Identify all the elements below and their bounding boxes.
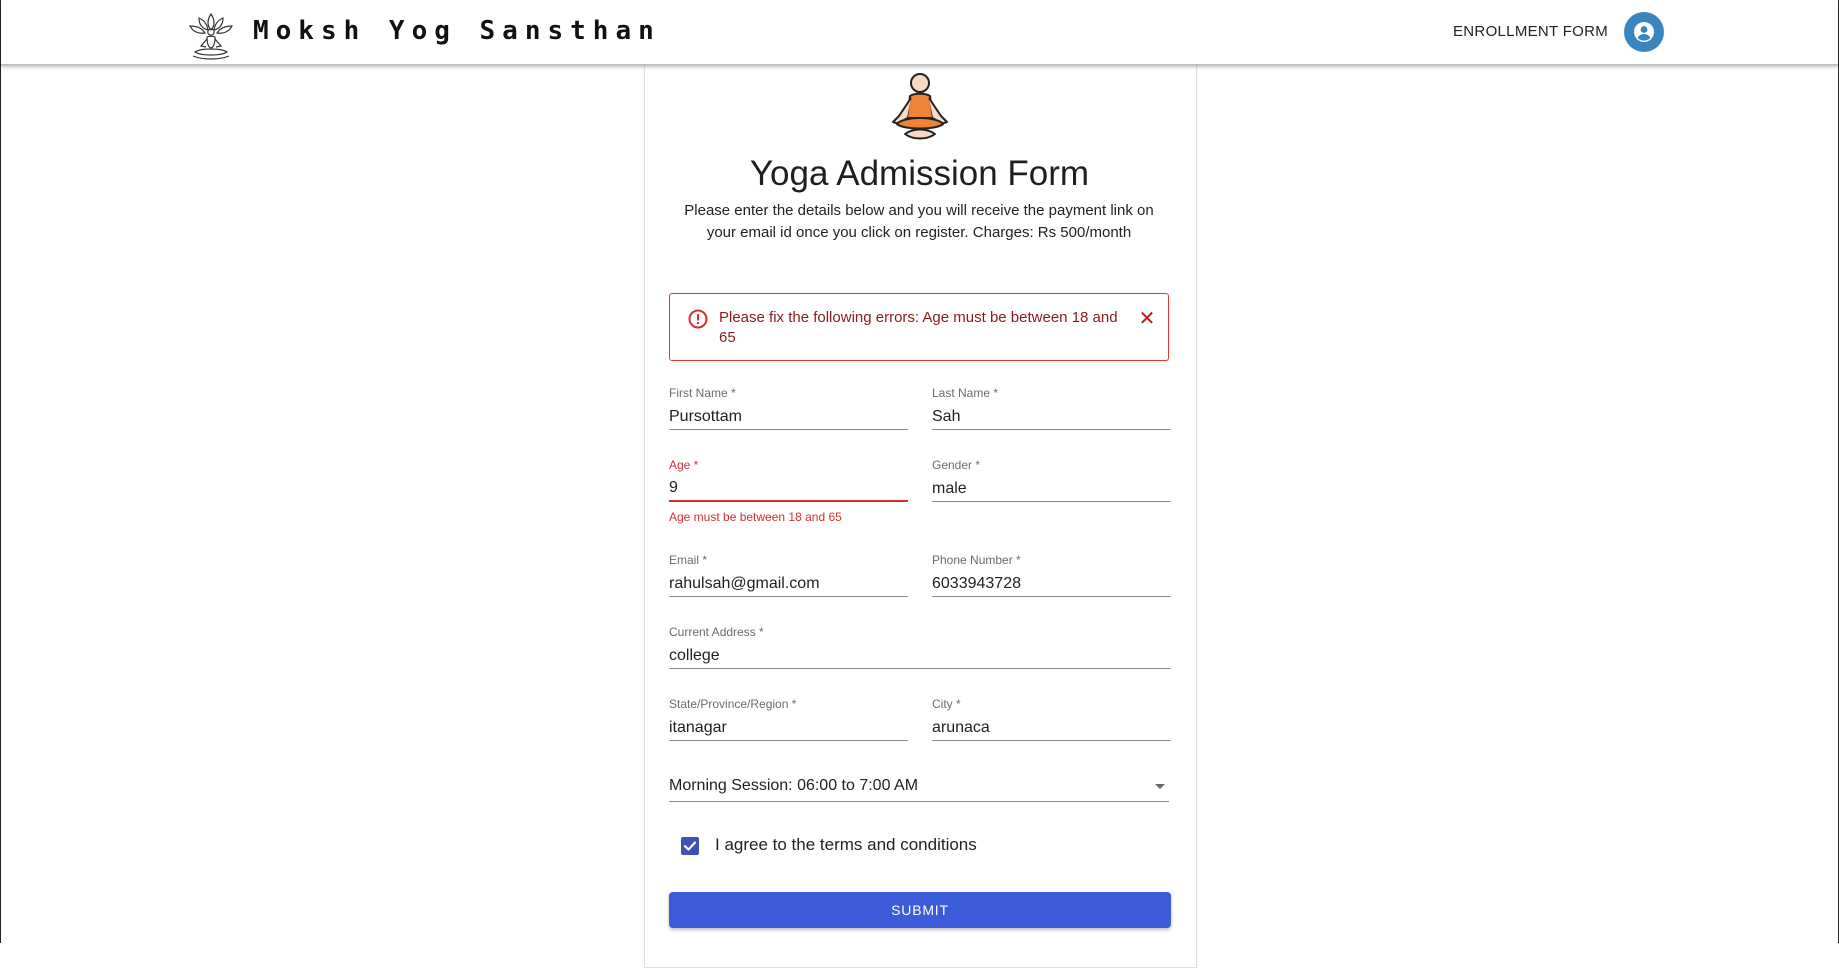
first-name-label: First Name * xyxy=(669,386,736,400)
age-error-text: Age must be between 18 and 65 xyxy=(669,510,842,524)
last-name-input[interactable] xyxy=(932,404,1171,430)
error-outline-icon xyxy=(688,309,708,329)
error-alert: Please fix the following errors: Age mus… xyxy=(669,293,1169,361)
submit-button[interactable]: SUBMIT xyxy=(669,892,1171,928)
lotus-yogi-logo-icon xyxy=(189,12,233,60)
terms-checkbox[interactable] xyxy=(681,837,699,855)
form-title: Yoga Admission Form xyxy=(749,154,1090,193)
age-label: Age * xyxy=(669,458,699,472)
age-field: Age * Age must be between 18 and 65 xyxy=(669,458,908,528)
dropdown-arrow-icon xyxy=(1155,784,1165,789)
state-field: State/Province/Region * xyxy=(669,697,908,745)
email-field: Email * xyxy=(669,553,908,601)
address-input[interactable] xyxy=(669,643,1171,669)
gender-input[interactable] xyxy=(932,476,1171,502)
last-name-label: Last Name * xyxy=(932,386,999,400)
state-input[interactable] xyxy=(669,715,908,741)
gender-field: Gender * xyxy=(932,458,1171,506)
account-circle-icon xyxy=(1634,22,1654,42)
email-label: Email * xyxy=(669,553,708,567)
city-input[interactable] xyxy=(932,715,1171,741)
age-input[interactable] xyxy=(669,476,908,502)
enrollment-form-link[interactable]: ENROLLMENT FORM xyxy=(1453,23,1608,40)
terms-label[interactable]: I agree to the terms and conditions xyxy=(715,835,977,855)
city-field: City * xyxy=(932,697,1171,745)
brand-name: Moksh Yog Sansthan xyxy=(253,16,661,46)
city-label: City * xyxy=(932,697,961,711)
first-name-field: First Name * xyxy=(669,386,908,434)
phone-label: Phone Number * xyxy=(932,553,1021,567)
form-subtitle: Please enter the details below and you w… xyxy=(684,202,1154,241)
address-field: Current Address * xyxy=(669,625,1171,673)
last-name-field: Last Name * xyxy=(932,386,1171,434)
close-icon[interactable]: ✕ xyxy=(1136,308,1158,330)
gender-label: Gender * xyxy=(932,458,981,472)
session-select-value: Morning Session: 06:00 to 7:00 AM xyxy=(669,777,919,794)
first-name-input[interactable] xyxy=(669,404,908,430)
checkmark-icon xyxy=(683,841,697,851)
state-label: State/Province/Region * xyxy=(669,697,797,711)
meditating-yogi-icon xyxy=(892,73,948,140)
error-alert-message: Please fix the following errors: Age mus… xyxy=(719,309,1118,346)
account-button[interactable] xyxy=(1624,12,1664,52)
email-input[interactable] xyxy=(669,571,908,597)
phone-field: Phone Number * xyxy=(932,553,1171,601)
session-select[interactable]: Morning Session: 06:00 to 7:00 AM xyxy=(669,774,1169,802)
phone-input[interactable] xyxy=(932,571,1171,597)
address-label: Current Address * xyxy=(669,625,764,639)
app-bar: Moksh Yog Sansthan ENROLLMENT FORM xyxy=(1,0,1838,65)
